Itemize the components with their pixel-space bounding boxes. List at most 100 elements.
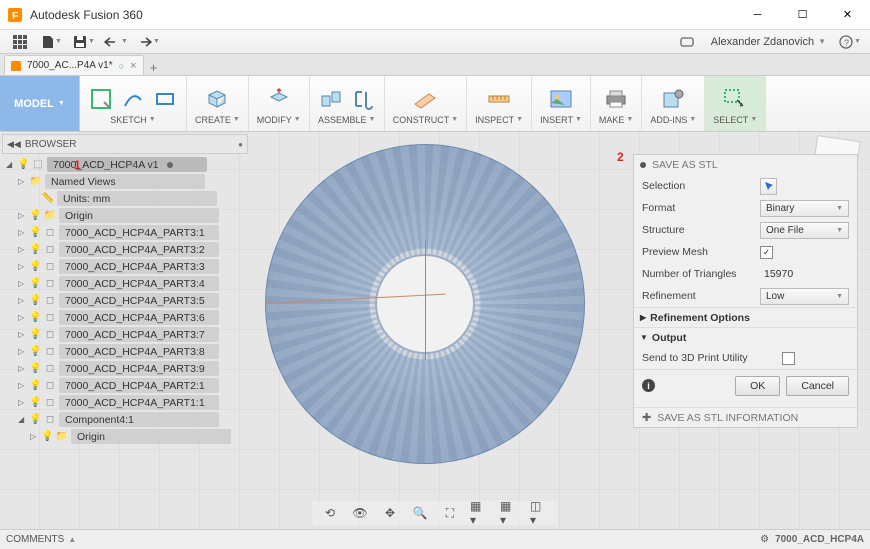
- fit-icon[interactable]: ⛶: [440, 503, 460, 523]
- help-icon[interactable]: ?▼: [834, 32, 866, 52]
- bulb-icon[interactable]: 💡: [29, 244, 41, 255]
- panel-info-section[interactable]: ✚SAVE AS STL INFORMATION: [634, 407, 857, 427]
- toolbar-make[interactable]: MAKE▼: [591, 76, 642, 131]
- bulb-icon[interactable]: 💡: [29, 227, 41, 238]
- look-icon[interactable]: 👁: [350, 503, 370, 523]
- user-menu[interactable]: Alexander Zdanovich▼: [703, 36, 834, 48]
- bulb-icon[interactable]: 💡: [29, 414, 41, 425]
- refinement-select[interactable]: Low▼: [760, 288, 849, 305]
- tree-part[interactable]: ▷💡◻7000_ACD_HCP4A_PART3:2: [2, 241, 248, 258]
- minimize-button[interactable]: ─: [735, 0, 780, 30]
- press-pull-icon[interactable]: [266, 86, 292, 112]
- format-select[interactable]: Binary▼: [760, 200, 849, 217]
- toolbar-assemble[interactable]: ASSEMBLE▼: [310, 76, 385, 131]
- select-icon[interactable]: [722, 86, 748, 112]
- measure-icon[interactable]: [486, 86, 512, 112]
- line-icon[interactable]: [120, 86, 146, 112]
- tree-part[interactable]: ▷💡◻7000_ACD_HCP4A_PART3:1: [2, 224, 248, 241]
- comments-button[interactable]: COMMENTS▲: [6, 534, 76, 545]
- addins-icon[interactable]: [660, 86, 686, 112]
- tree-units[interactable]: 📏 Units: mm: [2, 190, 248, 207]
- toolbar-select[interactable]: SELECT▼: [705, 76, 766, 131]
- active-marker-icon: [167, 162, 173, 168]
- tree-component[interactable]: ◢💡◻ Component4:1: [2, 411, 248, 428]
- grid-icon[interactable]: ▦ ▾: [500, 503, 520, 523]
- viewport[interactable]: RIGHT 1 ◀◀ BROWSER ● ◢💡 ⬚ 7000_ACD_HCP4A…: [0, 132, 870, 529]
- tree-part[interactable]: ▷💡◻7000_ACD_HCP4A_PART1:1: [2, 394, 248, 411]
- tree-part[interactable]: ▷💡◻7000_ACD_HCP4A_PART3:4: [2, 275, 248, 292]
- cancel-button[interactable]: Cancel: [786, 376, 849, 396]
- tree-part[interactable]: ▷💡◻7000_ACD_HCP4A_PART3:8: [2, 343, 248, 360]
- pan-icon[interactable]: ✥: [380, 503, 400, 523]
- assembly-icon[interactable]: [318, 86, 344, 112]
- browser-collapse-icon[interactable]: ●: [238, 140, 243, 149]
- tree-part[interactable]: ▷💡◻7000_ACD_HCP4A_PART3:5: [2, 292, 248, 309]
- bulb-icon[interactable]: 💡: [29, 380, 41, 391]
- tree-part[interactable]: ▷💡◻7000_ACD_HCP4A_PART3:9: [2, 360, 248, 377]
- toolbar-create[interactable]: CREATE▼: [187, 76, 249, 131]
- bulb-icon[interactable]: 💡: [29, 346, 41, 357]
- bulb-icon[interactable]: 💡: [29, 329, 41, 340]
- toolbar-modify[interactable]: MODIFY▼: [249, 76, 310, 131]
- toolbar-inspect[interactable]: INSPECT▼: [467, 76, 532, 131]
- bulb-icon[interactable]: 💡: [29, 261, 41, 272]
- bulb-icon[interactable]: 💡: [29, 295, 41, 306]
- browser-back-icon[interactable]: ◀◀: [7, 139, 21, 150]
- bulb-icon[interactable]: 💡: [29, 312, 41, 323]
- box-icon[interactable]: [204, 86, 230, 112]
- notifications-icon[interactable]: [671, 32, 703, 52]
- send3d-checkbox[interactable]: [782, 352, 795, 365]
- tree-part[interactable]: ▷💡◻7000_ACD_HCP4A_PART3:6: [2, 309, 248, 326]
- timeline-settings-icon[interactable]: ⚙: [760, 534, 769, 545]
- orbit-icon[interactable]: ⟲: [320, 503, 340, 523]
- undo-icon[interactable]: ▼: [100, 32, 132, 52]
- display-settings-icon[interactable]: ▦ ▾: [470, 503, 490, 523]
- tree-part[interactable]: ▷💡◻7000_ACD_HCP4A_PART2:1: [2, 377, 248, 394]
- close-tab-icon[interactable]: ×: [130, 60, 136, 72]
- new-tab-button[interactable]: +: [144, 60, 164, 75]
- browser-header[interactable]: ◀◀ BROWSER ●: [2, 134, 248, 154]
- tree-origin-2[interactable]: ▷💡📁 Origin: [2, 428, 248, 445]
- grid-menu-icon[interactable]: [4, 32, 36, 52]
- output-section[interactable]: ▼Output: [634, 327, 857, 347]
- tree-part[interactable]: ▷💡◻7000_ACD_HCP4A_PART3:3: [2, 258, 248, 275]
- sketch-create-icon[interactable]: [88, 86, 114, 112]
- save-icon[interactable]: ▼: [68, 32, 100, 52]
- bulb-icon[interactable]: 💡: [29, 278, 41, 289]
- structure-select[interactable]: One File▼: [760, 222, 849, 239]
- toolbar-construct[interactable]: CONSTRUCT▼: [385, 76, 467, 131]
- document-tab[interactable]: 7000_AC...P4A v1* ○ ×: [4, 55, 144, 75]
- joint-icon[interactable]: [350, 86, 376, 112]
- close-window-button[interactable]: ✕: [825, 0, 870, 30]
- tree-part[interactable]: ▷💡◻7000_ACD_HCP4A_PART3:7: [2, 326, 248, 343]
- info-icon[interactable]: i: [642, 379, 655, 392]
- tree-root[interactable]: ◢💡 ⬚ 7000_ACD_HCP4A v1: [2, 156, 248, 173]
- bulb-icon[interactable]: 💡: [29, 363, 41, 374]
- selection-picker-button[interactable]: [760, 178, 777, 195]
- ok-button[interactable]: OK: [735, 376, 780, 396]
- workspace-selector[interactable]: MODEL▼: [0, 76, 80, 131]
- print-icon[interactable]: [603, 86, 629, 112]
- viewports-icon[interactable]: ◫ ▾: [530, 503, 550, 523]
- maximize-button[interactable]: ☐: [780, 0, 825, 30]
- preview-checkbox[interactable]: ✓: [760, 246, 773, 259]
- bulb-icon[interactable]: 💡: [29, 210, 41, 221]
- toolbar-addins[interactable]: ADD-INS▼: [642, 76, 705, 131]
- zoom-icon[interactable]: 🔍: [410, 503, 430, 523]
- bulb-icon[interactable]: 💡: [29, 397, 41, 408]
- toolbar-sketch[interactable]: SKETCH▼: [80, 76, 187, 131]
- browser-title: BROWSER: [25, 139, 77, 150]
- tree-named-views[interactable]: ▷📁 Named Views: [2, 173, 248, 190]
- refinement-options-section[interactable]: ▶Refinement Options: [634, 307, 857, 327]
- bulb-icon[interactable]: 💡: [41, 431, 53, 442]
- decal-icon[interactable]: [548, 86, 574, 112]
- toolbar-insert[interactable]: INSERT▼: [532, 76, 591, 131]
- panel-header[interactable]: SAVE AS STL: [634, 155, 857, 175]
- toolbar-inspect-label: INSPECT: [475, 115, 514, 125]
- redo-icon[interactable]: ▼: [132, 32, 164, 52]
- tree-origin[interactable]: ▷💡📁 Origin: [2, 207, 248, 224]
- file-menu-icon[interactable]: ▼: [36, 32, 68, 52]
- plane-icon[interactable]: [412, 86, 438, 112]
- bulb-icon[interactable]: 💡: [17, 159, 29, 170]
- rectangle-icon[interactable]: [152, 86, 178, 112]
